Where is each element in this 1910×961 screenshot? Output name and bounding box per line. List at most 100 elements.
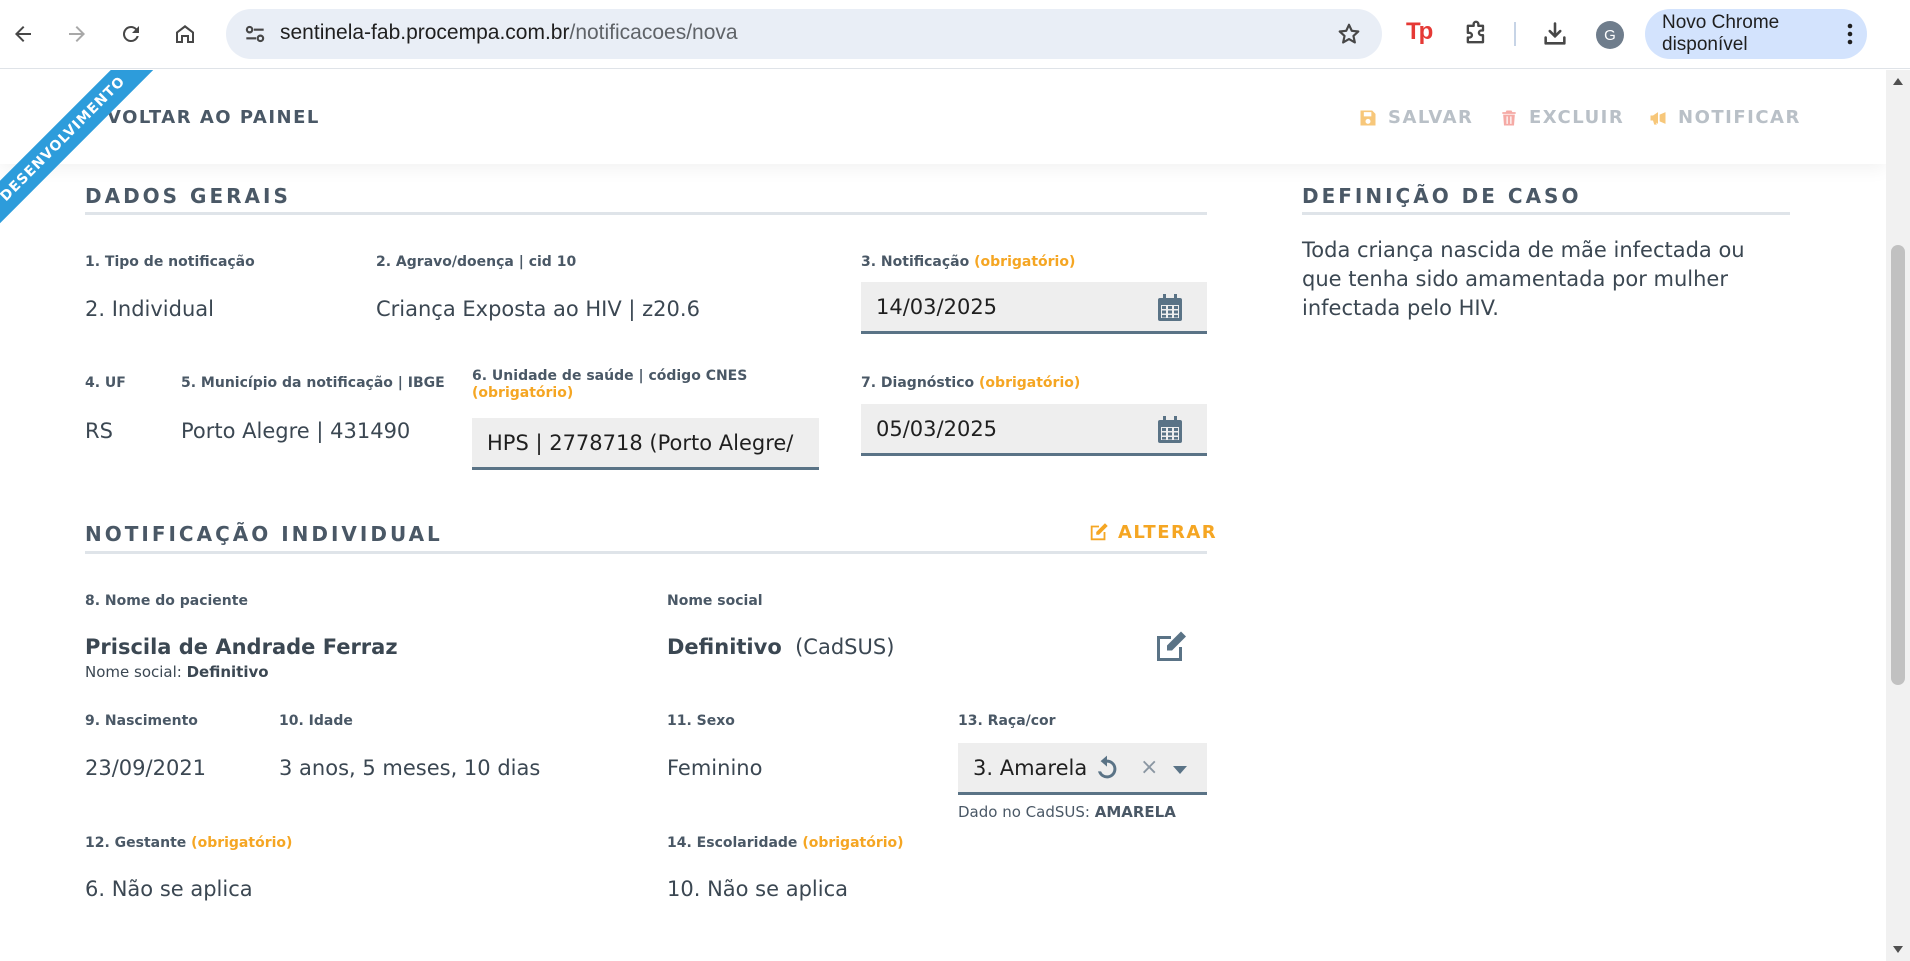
required-marker: (obrigatório) — [974, 254, 1076, 270]
unidade-saude-label-text: 6. Unidade de saúde | código CNES — [472, 368, 748, 384]
nome-social-display: Definitivo (CadSUS) — [667, 635, 894, 659]
uf-label: 4. UF — [85, 375, 126, 391]
scroll-down-arrow[interactable] — [1893, 946, 1903, 953]
section-divider — [85, 212, 1207, 215]
calendar-icon[interactable] — [1157, 294, 1183, 322]
required-marker: (obrigatório) — [191, 835, 293, 851]
diagnostico-date-label: 7. Diagnóstico (obrigatório) — [861, 375, 1080, 391]
back-to-dashboard-link[interactable]: VOLTAR AO PAINEL — [107, 107, 320, 128]
notify-button[interactable]: NOTIFICAR — [1648, 107, 1801, 128]
tipo-notificacao-label: 1. Tipo de notificação — [85, 254, 255, 270]
profile-avatar[interactable]: G — [1596, 21, 1624, 49]
section-title-definicao-caso: DEFINIÇÃO DE CASO — [1302, 184, 1582, 208]
cadsus-prefix: Dado no CadSUS: — [958, 803, 1090, 821]
nome-paciente-label: 8. Nome do paciente — [85, 593, 248, 609]
home-icon[interactable] — [167, 16, 203, 52]
notificacao-date-value: 14/03/2025 — [876, 295, 998, 319]
kebab-menu-icon[interactable] — [1847, 23, 1853, 45]
uf-value: RS — [85, 419, 113, 443]
megaphone-icon — [1650, 111, 1666, 125]
extensions-puzzle-icon[interactable] — [1462, 20, 1490, 48]
section-title-notificacao-individual: NOTIFICAÇÃO INDIVIDUAL — [85, 522, 443, 546]
site-info-icon[interactable] — [242, 21, 268, 47]
save-icon — [1360, 110, 1376, 125]
scroll-up-arrow[interactable] — [1893, 78, 1903, 85]
address-bar[interactable]: sentinela-fab.procempa.com.br/notificaco… — [226, 9, 1382, 59]
raca-cor-value: 3. Amarela — [973, 756, 1088, 780]
notificacao-date-label-text: 3. Notificação — [861, 254, 970, 270]
nome-social-note: Nome social: Definitivo — [85, 663, 269, 681]
clear-icon[interactable]: × — [1140, 755, 1158, 780]
nome-social-label: Nome social — [667, 593, 763, 609]
sexo-label: 11. Sexo — [667, 713, 735, 729]
page-header: VOLTAR AO PAINEL SALVAR EXCLUIR NOTIFICA… — [0, 70, 1886, 164]
section-title-dados-gerais: DADOS GERAIS — [85, 184, 291, 208]
nome-social-value: Definitivo — [667, 635, 782, 659]
calendar-icon[interactable] — [1157, 416, 1183, 444]
notificacao-date-label: 3. Notificação (obrigatório) — [861, 254, 1075, 270]
forward-icon[interactable] — [59, 16, 95, 52]
diagnostico-date-field[interactable]: 05/03/2025 — [861, 404, 1207, 456]
save-label: SALVAR — [1388, 107, 1474, 128]
raca-cor-label: 13. Raça/cor — [958, 713, 1056, 729]
unidade-saude-value: HPS | 2778718 (Porto Alegre/RS) — [487, 431, 794, 455]
bookmark-star-icon[interactable] — [1336, 21, 1362, 47]
gestante-label-text: 12. Gestante — [85, 835, 187, 851]
sexo-value: Feminino — [667, 756, 763, 780]
diagnostico-date-label-text: 7. Diagnóstico — [861, 375, 975, 391]
edit-icon — [1090, 523, 1108, 541]
notificacao-date-field[interactable]: 14/03/2025 — [861, 282, 1207, 334]
url-host: sentinela-fab.procempa.com.br — [280, 21, 570, 44]
scrollbar-thumb[interactable] — [1891, 245, 1905, 685]
delete-button[interactable]: EXCLUIR — [1499, 107, 1624, 128]
alterar-button[interactable]: ALTERAR — [1088, 521, 1217, 543]
notify-label: NOTIFICAR — [1678, 107, 1801, 128]
gestante-label: 12. Gestante (obrigatório) — [85, 835, 292, 851]
escolaridade-label-text: 14. Escolaridade — [667, 835, 798, 851]
trash-icon — [1502, 110, 1516, 125]
idade-label: 10. Idade — [279, 713, 353, 729]
required-marker: (obrigatório) — [979, 375, 1081, 391]
nome-social-source: (CadSUS) — [795, 635, 895, 659]
raca-cor-select[interactable]: 3. Amarela × — [958, 743, 1207, 795]
nome-paciente-value: Priscila de Andrade Ferraz — [85, 635, 398, 659]
browser-toolbar: sentinela-fab.procempa.com.br/notificaco… — [0, 0, 1910, 69]
nome-social-prefix: Nome social: — [85, 663, 182, 681]
cadsus-value: AMARELA — [1094, 803, 1176, 821]
alterar-label: ALTERAR — [1118, 521, 1218, 543]
nascimento-value: 23/09/2021 — [85, 756, 207, 780]
agravo-value: Criança Exposta ao HIV | z20.6 — [376, 297, 700, 321]
agravo-label: 2. Agravo/doença | cid 10 — [376, 254, 577, 270]
chrome-update-label: Novo Chrome disponível — [1662, 12, 1780, 55]
toolbar-divider — [1514, 22, 1516, 46]
nascimento-label: 9. Nascimento — [85, 713, 198, 729]
edit-nome-social-icon[interactable] — [1154, 630, 1188, 662]
url-path: /notificacoes/nova — [569, 21, 738, 44]
reload-icon[interactable] — [113, 16, 149, 52]
unidade-saude-input[interactable]: HPS | 2778718 (Porto Alegre/RS) — [472, 418, 819, 470]
page-content: VOLTAR AO PAINEL SALVAR EXCLUIR NOTIFICA… — [0, 70, 1886, 961]
cadsus-hint: Dado no CadSUS: AMARELA — [958, 803, 1176, 821]
escolaridade-label: 14. Escolaridade (obrigatório) — [667, 835, 904, 851]
municipio-value: Porto Alegre | 431490 — [181, 419, 411, 443]
undo-icon[interactable] — [1093, 755, 1121, 783]
escolaridade-value: 10. Não se aplica — [667, 877, 848, 901]
vertical-scrollbar[interactable] — [1886, 70, 1910, 961]
unidade-saude-label: 6. Unidade de saúde | código CNES (obriga… — [472, 368, 747, 402]
required-marker: (obrigatório) — [802, 835, 904, 851]
url-text[interactable]: sentinela-fab.procempa.com.br/notificaco… — [280, 21, 738, 45]
idade-value: 3 anos, 5 meses, 10 dias — [279, 756, 541, 780]
section-divider — [85, 551, 1207, 554]
required-marker: (obrigatório) — [472, 385, 574, 401]
back-icon[interactable] — [5, 16, 41, 52]
chrome-update-button[interactable]: Novo Chrome disponível — [1645, 9, 1867, 59]
tp-extension-icon[interactable]: Tp — [1406, 18, 1433, 46]
gestante-value: 6. Não se aplica — [85, 877, 253, 901]
nome-social-note-value: Definitivo — [186, 663, 269, 681]
chevron-down-icon[interactable] — [1173, 766, 1187, 774]
diagnostico-date-value: 05/03/2025 — [876, 417, 998, 441]
section-divider — [1302, 212, 1790, 215]
download-icon[interactable] — [1541, 20, 1569, 48]
tipo-notificacao-value: 2. Individual — [85, 297, 214, 321]
save-button[interactable]: SALVAR — [1358, 107, 1473, 128]
